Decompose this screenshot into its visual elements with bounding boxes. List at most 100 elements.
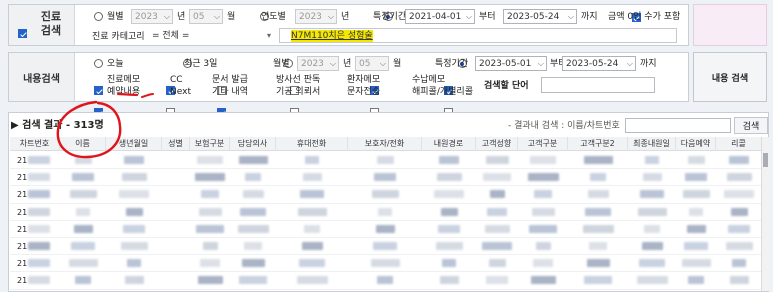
table-row[interactable]: 21	[10, 204, 762, 221]
category-select-value: = 전체 =	[152, 31, 190, 41]
radio-recent3-label: 최근 3일	[184, 59, 218, 69]
column-header-11[interactable]: 고객구분2	[568, 137, 628, 151]
row1-checkbox-0[interactable]	[94, 86, 103, 95]
column-header-9[interactable]: 고객성향	[476, 137, 518, 151]
table-cell	[585, 207, 611, 216]
year-unit: 년	[177, 12, 186, 22]
table-row[interactable]: 21	[10, 169, 762, 187]
period-from-date[interactable]: 2021-04-01 ⌵	[405, 9, 475, 24]
results-table-header: 차트번호 이름 생년월일 성별 보험구분 담당의사 휴대전화 보호자/전화 내원경로 고객성향 고객…	[10, 137, 762, 151]
period-to-date[interactable]: 2023-05-24 ⌵	[503, 9, 577, 24]
table-row[interactable]: 21	[10, 186, 762, 204]
table-row[interactable]: 21	[10, 255, 762, 273]
results-count: - 313명	[65, 120, 104, 131]
table-cell	[28, 173, 50, 182]
table-cell	[489, 190, 505, 199]
year-select[interactable]: 2023 ⌵	[131, 9, 173, 24]
column-header-0[interactable]: 차트번호	[10, 137, 60, 151]
column-header-7[interactable]: 보호자/전화	[348, 137, 422, 151]
content-period-from[interactable]: 2023-05-01 ⌵	[475, 56, 547, 71]
table-cell	[28, 190, 50, 199]
inline-search-button[interactable]: 검색	[734, 117, 768, 134]
content-search-button[interactable]: 내용 검색	[693, 52, 767, 102]
table-cell	[198, 207, 222, 216]
row2-checkbox-label-5: 해피콜/개별리콜	[412, 87, 473, 97]
table-cell	[689, 207, 703, 216]
table-cell	[587, 190, 609, 199]
column-header-14[interactable]: 리콜	[716, 137, 762, 151]
month-select[interactable]: 05 ⌵	[189, 9, 223, 24]
search-word-input[interactable]	[541, 77, 655, 93]
table-cell	[728, 224, 750, 233]
period-from-value: 2021-04-01	[409, 12, 462, 22]
table-cell	[586, 259, 610, 268]
column-header-12[interactable]: 최종내원일	[628, 137, 676, 151]
table-row[interactable]: 21	[10, 221, 762, 238]
radio-today-label: 오늘	[107, 59, 124, 69]
chart-number-cell: 21	[17, 276, 28, 286]
table-cell	[28, 207, 50, 216]
table-row[interactable]: 21	[10, 238, 762, 256]
table-cell	[301, 242, 323, 250]
table-cell	[636, 276, 668, 285]
radio-today[interactable]	[94, 59, 103, 68]
table-cell	[535, 242, 551, 250]
column-header-5[interactable]: 담당의사	[230, 137, 276, 151]
chevron-down-icon: ⌵	[537, 59, 544, 68]
column-header-3[interactable]: 성별	[162, 137, 190, 151]
content-month-select[interactable]: 05 ⌵	[355, 56, 389, 71]
table-cell	[590, 173, 606, 182]
row1-checkbox-label-4: 환자메모	[347, 75, 381, 85]
table-cell	[642, 173, 662, 182]
column-header-13[interactable]: 다음예약	[676, 137, 716, 151]
table-cell	[304, 224, 320, 233]
chart-number-cell: 21	[17, 190, 28, 200]
inline-search-button-label: 검색	[742, 122, 760, 132]
column-header-6[interactable]: 휴대전화	[276, 137, 348, 151]
content-year-select[interactable]: 2023 ⌵	[297, 56, 339, 71]
content-period-to[interactable]: 2023-05-24 ⌵	[562, 56, 636, 71]
table-row[interactable]: 21	[10, 152, 762, 170]
table-cell	[730, 207, 748, 216]
table-cell	[440, 207, 458, 216]
table-scrollbar-thumb[interactable]	[763, 153, 768, 167]
table-cell	[74, 156, 92, 164]
radio-content-month-label: 월별	[273, 59, 290, 69]
table-cell	[374, 173, 396, 182]
table-cell	[69, 190, 97, 199]
table-row[interactable]: 21	[10, 272, 762, 290]
table-cell	[72, 173, 94, 182]
table-scrollbar[interactable]	[761, 137, 769, 291]
inline-search-input[interactable]	[625, 118, 731, 133]
table-cell	[439, 156, 459, 164]
content-month-value: 05	[359, 59, 371, 69]
table-cell	[123, 224, 145, 233]
table-cell	[583, 156, 613, 164]
yearly-select[interactable]: 2023 ⌵	[295, 9, 337, 24]
table-cell	[584, 276, 612, 285]
content-to-suffix: 까지	[640, 59, 657, 69]
table-cell	[202, 242, 218, 250]
table-cell	[639, 259, 665, 268]
row1-checkbox-label-2: 문서 발급	[212, 75, 248, 85]
table-cell	[239, 276, 267, 285]
chart-number-cell: 21	[17, 259, 28, 269]
column-header-10[interactable]: 고객구분	[518, 137, 568, 151]
column-header-8[interactable]: 내원경로	[422, 137, 476, 151]
results-title-prefix: ▶ 검색 결과	[11, 120, 63, 131]
table-cell	[729, 276, 749, 285]
yearly-unit: 년	[341, 12, 350, 22]
visit-search-panel: 진료 검색 월별 2023 ⌵ 년 05 ⌵ 월 연도별 2023 ⌵ 년 특정기간 …	[8, 4, 689, 46]
chevron-down-icon: ⌵	[567, 12, 574, 21]
row1-checkbox-label-0: 진료메모	[107, 75, 141, 85]
table-cell	[533, 259, 553, 268]
column-header-1[interactable]: 이름	[60, 137, 106, 151]
column-header-2[interactable]: 생년월일	[106, 137, 162, 151]
table-cell	[686, 224, 706, 233]
table-cell	[582, 224, 614, 233]
column-header-4[interactable]: 보험구분	[190, 137, 230, 151]
radio-month[interactable]	[94, 12, 103, 21]
category-select[interactable]: = 전체 = ▾	[148, 28, 278, 43]
table-cell	[725, 242, 753, 250]
visit-search-checkbox[interactable]	[18, 29, 27, 38]
